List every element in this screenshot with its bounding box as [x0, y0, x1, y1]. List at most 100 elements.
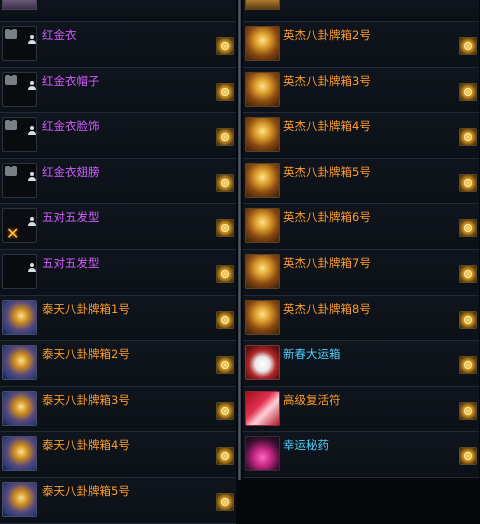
shirt-icon: [5, 27, 17, 39]
item-name: 红金衣帽子: [42, 73, 100, 88]
person-icon: [28, 262, 36, 273]
shirt-icon: [5, 163, 17, 176]
item-row[interactable]: 幸运秘药: [243, 432, 479, 478]
revive-charm-icon: [245, 390, 280, 426]
item-row[interactable]: [0, 0, 236, 22]
item-list-left: 红金衣 红金衣帽子 红金衣脸饰 红金衣翅膀 ✕ 五对五发型 五对五发型 泰天八卦牌箱1号 泰天八…: [0, 0, 236, 524]
treasure-chest-icon: [2, 299, 37, 335]
item-row[interactable]: 泰天八卦牌箱2号: [0, 341, 236, 387]
item-row[interactable]: 红金衣翅膀: [0, 158, 236, 205]
item-name: 泰天八卦牌箱4号: [42, 438, 130, 453]
currency-coin-icon[interactable]: [216, 492, 234, 511]
currency-coin-icon[interactable]: [216, 37, 234, 55]
currency-coin-icon[interactable]: [216, 447, 234, 466]
item-icon: [245, 0, 280, 10]
treasure-chest-icon: [2, 345, 37, 381]
item-name: 英杰八卦牌箱6号: [283, 210, 371, 225]
potion-icon: [245, 436, 280, 472]
item-name: 幸运秘药: [283, 438, 329, 453]
shirt-person-icon: [2, 71, 37, 107]
item-name: 泰天八卦牌箱1号: [42, 301, 130, 316]
item-name: 泰天八卦牌箱5号: [42, 483, 130, 498]
item-name: 英杰八卦牌箱2号: [283, 28, 371, 42]
treasure-chest-icon: [2, 481, 37, 517]
item-row[interactable]: 泰天八卦牌箱4号: [0, 432, 236, 478]
item-row[interactable]: 红金衣脸饰: [0, 113, 236, 159]
currency-coin-icon[interactable]: [459, 264, 477, 283]
currency-coin-icon[interactable]: [459, 447, 477, 466]
treasure-chest-icon: [245, 208, 280, 244]
crossed-hair-icon: ✕: [2, 208, 37, 244]
item-name: 英杰八卦牌箱7号: [283, 255, 371, 270]
item-name: 五对五发型: [42, 210, 100, 225]
shirt-person-icon: [2, 26, 37, 61]
currency-coin-icon[interactable]: [459, 219, 477, 238]
cross-icon: ✕: [6, 224, 20, 244]
item-name: 英杰八卦牌箱8号: [283, 301, 371, 316]
currency-coin-icon[interactable]: [459, 401, 477, 420]
currency-coin-icon[interactable]: [459, 356, 477, 375]
item-name: 红金衣脸饰: [42, 119, 100, 134]
item-name: 高级复活符: [283, 392, 341, 407]
item-row[interactable]: [243, 0, 479, 22]
treasure-chest-icon: [2, 436, 37, 472]
item-row[interactable]: 英杰八卦牌箱8号: [243, 295, 479, 342]
item-icon: [2, 0, 37, 10]
item-name: 泰天八卦牌箱2号: [42, 347, 130, 362]
currency-coin-icon[interactable]: [459, 37, 477, 55]
item-name: 新春大运箱: [283, 347, 341, 362]
item-row[interactable]: 高级复活符: [243, 386, 479, 433]
item-name: 泰天八卦牌箱3号: [42, 392, 130, 407]
currency-coin-icon[interactable]: [216, 173, 234, 192]
item-row[interactable]: 泰天八卦牌箱3号: [0, 386, 236, 433]
currency-coin-icon[interactable]: [459, 310, 477, 329]
currency-coin-icon[interactable]: [216, 356, 234, 375]
person-icon: [28, 171, 36, 182]
item-name: 红金衣: [42, 28, 77, 42]
item-row[interactable]: 英杰八卦牌箱4号: [243, 113, 479, 159]
currency-coin-icon[interactable]: [216, 82, 234, 101]
currency-coin-icon[interactable]: [216, 310, 234, 329]
item-row[interactable]: 红金衣: [0, 22, 236, 68]
currency-coin-icon[interactable]: [216, 219, 234, 238]
person-icon: [28, 217, 36, 227]
item-row[interactable]: ✕ 五对五发型: [0, 204, 236, 250]
currency-coin-icon[interactable]: [459, 82, 477, 101]
item-row[interactable]: 英杰八卦牌箱2号: [243, 22, 479, 68]
item-row[interactable]: 红金衣帽子: [0, 67, 236, 114]
item-name: 英杰八卦牌箱5号: [283, 164, 371, 179]
item-row[interactable]: 英杰八卦牌箱3号: [243, 67, 479, 114]
item-name: 五对五发型: [42, 255, 100, 270]
treasure-chest-icon: [245, 26, 280, 61]
item-name: 英杰八卦牌箱3号: [283, 73, 371, 88]
treasure-chest-icon: [2, 390, 37, 426]
treasure-chest-icon: [245, 253, 280, 289]
new-year-box-icon: [245, 345, 280, 381]
shirt-person-icon: [2, 117, 37, 153]
item-row[interactable]: 五对五发型: [0, 249, 236, 296]
shirt-icon: [5, 72, 17, 85]
treasure-chest-icon: [245, 117, 280, 153]
currency-coin-icon[interactable]: [459, 173, 477, 192]
item-row[interactable]: 英杰八卦牌箱7号: [243, 249, 479, 296]
item-row[interactable]: 泰天八卦牌箱5号: [0, 477, 236, 524]
shirt-icon: [5, 118, 17, 131]
item-name: 英杰八卦牌箱4号: [283, 119, 371, 134]
item-row[interactable]: 新春大运箱: [243, 341, 479, 387]
treasure-chest-icon: [245, 299, 280, 335]
currency-coin-icon[interactable]: [459, 128, 477, 147]
column-divider[interactable]: [238, 0, 241, 480]
person-icon: [2, 253, 37, 289]
currency-coin-icon[interactable]: [216, 264, 234, 283]
person-icon: [28, 80, 36, 91]
item-name: 红金衣翅膀: [42, 164, 100, 179]
treasure-chest-icon: [245, 71, 280, 107]
shirt-person-icon: [2, 162, 37, 198]
item-row[interactable]: 英杰八卦牌箱5号: [243, 158, 479, 205]
item-row[interactable]: 英杰八卦牌箱6号: [243, 204, 479, 250]
item-row[interactable]: 泰天八卦牌箱1号: [0, 295, 236, 342]
item-list-right: 英杰八卦牌箱2号 英杰八卦牌箱3号 英杰八卦牌箱4号 英杰八卦牌箱5号 英杰八卦牌箱6号…: [243, 0, 479, 478]
currency-coin-icon[interactable]: [216, 128, 234, 147]
treasure-chest-icon: [245, 162, 280, 198]
currency-coin-icon[interactable]: [216, 401, 234, 420]
